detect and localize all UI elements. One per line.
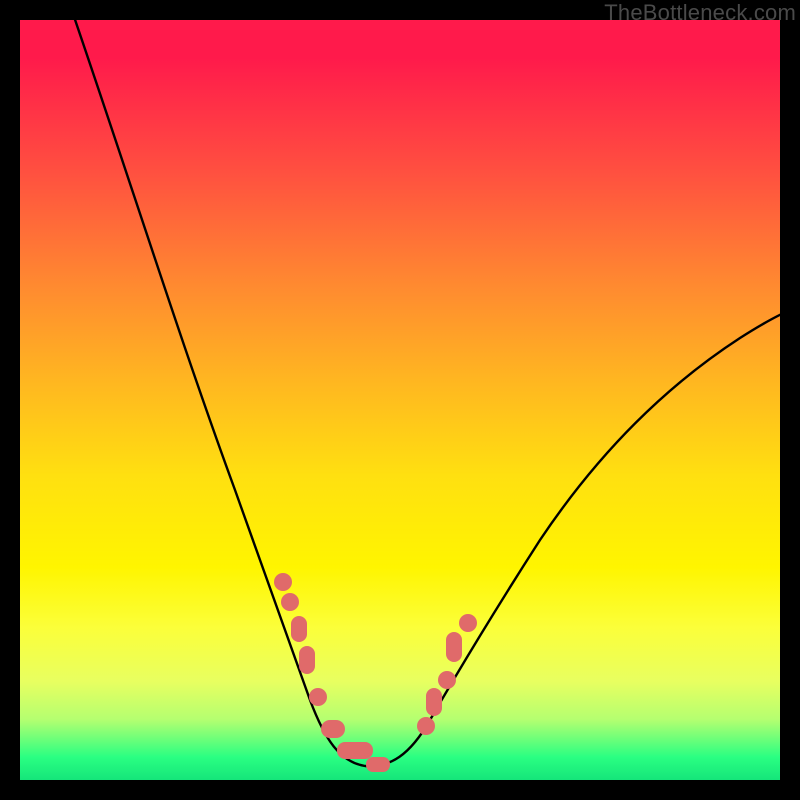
marker-left-3 (291, 616, 307, 642)
marker-left-4 (299, 646, 315, 674)
marker-bottom-3 (366, 757, 390, 772)
marker-right-4 (446, 632, 462, 662)
marker-right-3 (438, 671, 456, 689)
watermark-text: TheBottleneck.com (604, 0, 796, 26)
marker-right-5 (459, 614, 477, 632)
marker-bottom-2 (337, 742, 373, 759)
marker-bottom-1 (321, 720, 345, 738)
marker-left-5 (309, 688, 327, 706)
marker-right-1 (417, 717, 435, 735)
marker-left-1 (274, 573, 292, 591)
bottleneck-curve-chart (20, 20, 780, 780)
curve-path (70, 20, 780, 766)
marker-left-2 (281, 593, 299, 611)
marker-right-2 (426, 688, 442, 716)
plot-frame (20, 20, 780, 780)
